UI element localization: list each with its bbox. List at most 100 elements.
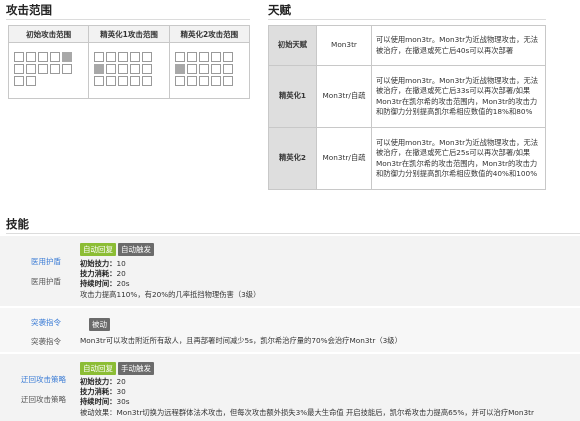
divider xyxy=(268,19,546,20)
range-tile xyxy=(174,76,185,86)
range-tile xyxy=(38,52,48,62)
skill-name: 迂回攻击策略 xyxy=(21,395,66,404)
range-tile xyxy=(210,64,221,74)
skill-description: 被动效果：Mon3tr切换为远程群体法术攻击，但每次攻击额外损失3%最大生命值 … xyxy=(80,407,535,417)
stat-key: 持续时间： xyxy=(80,279,117,289)
range-tile xyxy=(14,52,24,62)
attack-range-table: 初始攻击范围 精英化1攻击范围 精英化2攻击范围 xyxy=(7,25,251,99)
skill-name: 医用护盾 xyxy=(31,277,61,286)
skill-name: 突袭指令 xyxy=(31,337,61,346)
divider xyxy=(6,233,580,234)
sp-recovery-tag: 自动回复 xyxy=(80,243,116,256)
range-tile xyxy=(198,76,209,86)
range-tile xyxy=(118,52,129,62)
stat-key: 初始技力： xyxy=(80,377,117,386)
range-tile xyxy=(186,64,197,74)
range-grid xyxy=(94,52,168,86)
sp-recovery-tag: 自动回复 xyxy=(80,362,116,375)
passive-tag: 被动 xyxy=(89,318,110,331)
talent-description: 可以使用mon3tr。Mon3tr为近战物理攻击，无法被治疗，在撤退或死亡后25… xyxy=(371,127,546,190)
range-cell-base xyxy=(7,42,90,99)
talent-heading: 天赋 xyxy=(268,3,291,17)
range-tile xyxy=(50,64,60,74)
stat-value: 20s xyxy=(116,279,130,289)
talent-label: 精英化2 xyxy=(268,127,317,190)
range-tile xyxy=(26,76,36,86)
range-tile xyxy=(26,52,36,62)
range-header-e2: 精英化2攻击范围 xyxy=(168,25,251,43)
range-tile xyxy=(210,52,221,62)
stat-key: 初始技力： xyxy=(80,259,117,268)
skill-link[interactable]: 迂回攻击策略 xyxy=(21,374,66,385)
attack-range-heading: 攻击范围 xyxy=(6,3,52,17)
operator-tile xyxy=(174,64,185,74)
range-tile xyxy=(118,64,129,74)
range-tile xyxy=(174,52,185,62)
stat-value: 10 xyxy=(116,259,126,268)
skill-row: 迂回攻击策略 迂回攻击策略 自动回复 手动触发 初始技力：20 技力消耗：30 持… xyxy=(0,354,580,421)
range-tile xyxy=(198,64,209,74)
talent-description: 可以使用mon3tr。Mon3tr为近战物理攻击，无法被治疗，在撤退或死亡后33… xyxy=(371,65,546,128)
range-cell-e1 xyxy=(88,42,170,99)
range-tile xyxy=(222,76,233,86)
operator-tile xyxy=(62,52,72,62)
range-tile xyxy=(118,76,129,86)
range-tile xyxy=(106,64,117,74)
range-tile xyxy=(94,52,105,62)
range-tile xyxy=(198,52,209,62)
range-tile xyxy=(26,64,36,74)
skill-row: 突袭指令 突袭指令 被动 Mon3tr可以攻击附近所有敌人，且再部署时间减少5s… xyxy=(0,308,580,352)
range-grid xyxy=(174,52,249,86)
talent-label: 初始天赋 xyxy=(268,25,317,66)
range-tile xyxy=(14,76,24,86)
range-tile xyxy=(142,76,153,86)
range-tile xyxy=(94,76,105,86)
range-header-e1: 精英化1攻击范围 xyxy=(88,25,170,43)
range-tile xyxy=(50,52,60,62)
talent-table: 初始天赋 Mon3tr 可以使用mon3tr。Mon3tr为近战物理攻击，无法被… xyxy=(268,25,546,190)
skills-heading: 技能 xyxy=(6,217,29,231)
skill-tags: 自动回复 自动触发 xyxy=(80,243,156,256)
range-tile xyxy=(106,76,117,86)
skill-tags: 被动 xyxy=(89,318,112,331)
skill-link[interactable]: 突袭指令 xyxy=(31,317,61,328)
range-tile xyxy=(130,52,141,62)
trigger-tag: 手动触发 xyxy=(118,362,154,375)
skill-row: 医用护盾 医用护盾 自动回复 自动触发 初始技力：10 技力消耗：20 持续时间：… xyxy=(0,236,580,306)
skill-stats: 初始技力：10 技力消耗：20 持续时间：20s 攻击力提高110%，有20%的… xyxy=(80,259,260,300)
talent-description: 可以使用mon3tr。Mon3tr为近战物理攻击，无法被治疗，在撤退或死亡后40… xyxy=(371,25,546,66)
talent-label: 精英化1 xyxy=(268,65,317,128)
skill-description: Mon3tr可以攻击附近所有敌人，且再部署时间减少5s，凯尔希治疗量的70%会治… xyxy=(80,336,402,345)
range-tile xyxy=(106,52,117,62)
skill-description: 攻击力提高110%，有20%的几率抵挡物理伤害（3级） xyxy=(80,289,261,299)
range-tile xyxy=(130,64,141,74)
range-tile xyxy=(38,64,48,74)
stat-key: 技力消耗： xyxy=(80,269,117,279)
skill-stats: 初始技力：20 技力消耗：30 持续时间：30s 被动效果：Mon3tr切换为远… xyxy=(80,377,534,418)
range-cell-e2 xyxy=(168,42,251,99)
trigger-tag: 自动触发 xyxy=(118,243,154,256)
stat-key: 持续时间： xyxy=(80,397,117,407)
range-grid xyxy=(14,52,88,86)
stat-value: 30s xyxy=(116,397,130,407)
range-header-base: 初始攻击范围 xyxy=(7,25,90,43)
talent-condition: Mon3tr xyxy=(316,25,372,66)
stat-key: 技力消耗： xyxy=(80,387,117,397)
range-tile xyxy=(222,52,233,62)
skill-tags: 自动回复 手动触发 xyxy=(80,362,156,375)
stat-value: 30 xyxy=(116,387,126,397)
range-tile xyxy=(142,64,153,74)
range-tile xyxy=(130,76,141,86)
range-tile xyxy=(210,76,221,86)
range-tile xyxy=(222,64,233,74)
range-tile xyxy=(186,76,197,86)
operator-tile xyxy=(94,64,105,74)
divider xyxy=(6,19,250,20)
range-tile xyxy=(14,64,24,74)
range-tile xyxy=(62,64,72,74)
skill-link[interactable]: 医用护盾 xyxy=(31,256,61,267)
talent-condition: Mon3tr/自疏 xyxy=(316,127,372,190)
talent-condition: Mon3tr/自疏 xyxy=(316,65,372,128)
stat-value: 20 xyxy=(116,269,126,279)
range-tile xyxy=(186,52,197,62)
